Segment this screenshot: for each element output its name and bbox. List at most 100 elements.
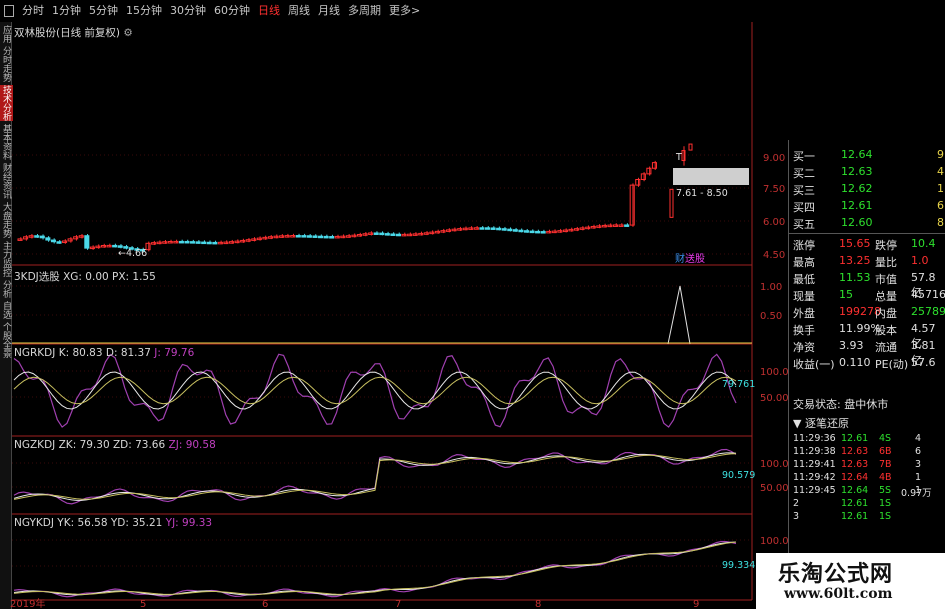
p2-title: NGRKDJ K: 80.83 D: 81.37 J: 79.76 [14, 347, 195, 359]
candle-body [295, 235, 301, 238]
stat-value: 3.93 [839, 339, 864, 352]
candle-body [190, 241, 196, 244]
stat-row: 外盘 199278 内盘 25789 [789, 305, 945, 320]
price-scale-label: 4.50 [763, 250, 785, 261]
candle-body [612, 224, 619, 227]
ob-price: 12.61 [841, 199, 873, 212]
candle-body [568, 228, 574, 232]
candle-body [451, 228, 457, 232]
marker-bonus: 送股 [685, 252, 705, 265]
orderbook-row: 买一 12.64 9 [789, 148, 945, 163]
ob-label: 买一 [793, 150, 815, 163]
candle-body [162, 241, 168, 244]
candle-body [234, 240, 240, 244]
x-axis-label: 2019年 [10, 597, 45, 609]
stat-value: 15.65 [839, 237, 871, 250]
candle-body [484, 227, 491, 230]
candle-body [217, 241, 223, 245]
candle-body [607, 224, 613, 228]
tick-row: 11:29:42 12.64 4B 1 [789, 472, 945, 485]
ob-price: 12.64 [841, 148, 873, 161]
stat-row: 净资 3.93 流通 3.81亿 [789, 339, 945, 367]
candle-body [368, 232, 374, 235]
tick-price: 12.61 [841, 511, 869, 522]
candle-body [279, 235, 285, 238]
candle-body [340, 235, 346, 239]
separator [789, 233, 945, 234]
candle-body [262, 236, 268, 240]
high-marker: T [675, 152, 682, 163]
tick-vol: 1S [879, 498, 892, 509]
candle-body [195, 241, 201, 244]
stat-label: 市值 [875, 273, 897, 286]
candle-body [306, 235, 312, 238]
stat-row: 收益(一) 0.110 PE(动) 57.6 [789, 356, 945, 371]
stat-label: 现量 [793, 290, 815, 303]
candle-body [362, 233, 368, 236]
x-axis-label: 6 [262, 599, 268, 609]
ob-qty: 6 [937, 199, 944, 212]
stat-label: 收益(一) [793, 358, 835, 371]
candle-body [17, 238, 23, 241]
candle-body [201, 241, 207, 245]
candle-body [688, 143, 693, 151]
tick-time: 11:29:36 [793, 433, 836, 444]
candle-body [590, 225, 596, 229]
candle-body [273, 235, 279, 239]
candle-body [601, 224, 607, 228]
candle-body [356, 234, 363, 237]
candle-body [100, 245, 107, 248]
p2-value-label: 79.761 [722, 379, 755, 390]
p4-k-line [13, 541, 737, 596]
tick-extra: 0.97万 [789, 485, 945, 499]
tick-vol: 4B [879, 472, 892, 483]
orderbook-row: 买三 12.62 1 [789, 182, 945, 197]
candle-body [178, 240, 184, 244]
tick-row: 2 12.61 1S [789, 498, 945, 511]
candle-body [23, 236, 29, 240]
p1-title: 3KDJ选股 XG: 0.00 PX: 1.55 [14, 271, 156, 283]
candle-body [457, 228, 463, 231]
candle-body [167, 241, 173, 244]
tick-time: 2 [793, 498, 800, 509]
candle-body [39, 235, 45, 239]
candle-body [106, 244, 112, 248]
ob-qty: 4 [937, 165, 944, 178]
ob-label: 买二 [793, 167, 815, 180]
tick-price: 12.61 [841, 433, 869, 444]
candle-body [523, 230, 529, 233]
ob-qty: 8 [937, 216, 944, 229]
stat-value: 45716 [911, 288, 945, 301]
candle-body [312, 235, 318, 238]
candle-body [546, 230, 552, 234]
tick-vol: 4S [879, 433, 892, 444]
stat-label: 总量 [875, 290, 897, 303]
p4-value-label: 99.334 [722, 560, 755, 571]
candle-body [184, 240, 190, 244]
tick-mode: ▼ 逐笔还原 [789, 415, 945, 430]
p3-title: NGZKDJ ZK: 79.30 ZD: 73.66 ZJ: 90.58 [14, 439, 216, 451]
tick-price: 12.63 [841, 446, 869, 457]
tick-price: 12.64 [841, 472, 869, 483]
price-scale-label: 6.00 [763, 217, 785, 228]
p4-scale-label: 100.0 [760, 536, 788, 547]
stat-value: 11.53 [839, 271, 871, 284]
candle-body [585, 226, 591, 230]
watermark-url: www.60lt.com [784, 586, 893, 602]
stat-row: 现量 15 总量 45716 [789, 288, 945, 303]
tick-mode-text: ▼ 逐笔还原 [793, 417, 849, 430]
ob-price: 12.60 [841, 216, 873, 229]
p4-title: NGYKDJ YK: 56.58 YD: 35.21 YJ: 99.33 [14, 517, 213, 529]
tick-row: 3 12.61 1S [789, 511, 945, 524]
candle-body [551, 230, 557, 234]
candle-body [206, 241, 212, 245]
tick-extra-text: 0.97万 [901, 488, 932, 499]
ob-label: 买五 [793, 218, 815, 231]
stat-value: 25789 [911, 305, 945, 318]
candle-body [535, 230, 541, 234]
candle-body [45, 237, 51, 241]
stat-label: 股本 [875, 324, 897, 337]
candle-body [446, 229, 452, 232]
p2-scale-label: 50.00 [760, 393, 788, 404]
candle-body [290, 235, 296, 238]
